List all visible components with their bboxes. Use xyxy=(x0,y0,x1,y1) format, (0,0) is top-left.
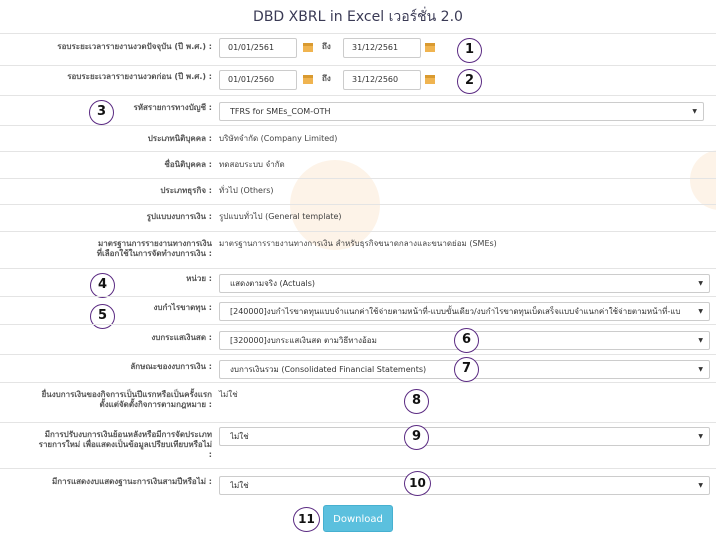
chevron-down-icon: ▼ xyxy=(698,482,703,489)
current-period-to-input[interactable]: 31/12/2561 xyxy=(343,38,421,58)
standard-row: มาตรฐานการรายงานทางการเงิน ที่เลือกใช้ในก… xyxy=(0,231,716,268)
account-code-select[interactable]: TFRS for SMEs_COM-OTH ▼ xyxy=(219,102,704,121)
restatement-label: มีการปรับงบการเงินย้อนหลังหรือมีการจัดปร… xyxy=(38,430,212,459)
calendar-icon[interactable] xyxy=(303,43,313,52)
fs-nature-row: ลักษณะของงบการเงิน : งบการเงินรวม (Conso… xyxy=(0,354,716,382)
business-type-label: ประเภทธุรกิจ : xyxy=(160,186,212,195)
calendar-icon[interactable] xyxy=(303,75,313,84)
first-time-value: ไม่ใช่ xyxy=(219,390,238,399)
unit-label: หน่วย : xyxy=(186,274,212,283)
callout-badge: 4 xyxy=(90,273,115,298)
chevron-down-icon: ▼ xyxy=(692,108,697,115)
previous-period-label: รอบระยะเวลารายงานงวดก่อน (ปี พ.ศ.) : xyxy=(67,72,212,81)
fs-format-value: รูปแบบทั่วไป (General template) xyxy=(219,212,342,221)
fs-nature-label: ลักษณะของงบการเงิน : xyxy=(130,362,212,371)
unit-select[interactable]: แสดงตามจริง (Actuals) ▼ xyxy=(219,274,710,293)
callout-badge: 2 xyxy=(457,69,482,94)
calendar-icon[interactable] xyxy=(425,43,435,52)
entity-type-value: บริษัทจำกัด (Company Limited) xyxy=(219,134,338,143)
entity-name-value: ทดสอบระบบ จำกัด xyxy=(219,160,285,169)
fs-format-label: รูปแบบงบการเงิน : xyxy=(146,212,212,221)
first-time-row: ยื่นงบการเงินของกิจการเป็นปีแรกหรือเป็นค… xyxy=(0,382,716,422)
income-statement-row: 5 งบกำไรขาดทุน : [240000]งบกำไรขาดทุนแบบ… xyxy=(0,296,716,329)
standard-value: มาตรฐานการรายงานทางการเงิน สำหรับธุรกิจข… xyxy=(219,239,497,248)
income-statement-select[interactable]: [240000]งบกำไรขาดทุนแบบจำแนกค่าใช้จ่ายตา… xyxy=(219,302,710,321)
account-code-row: 3 รหัสรายการทางบัญชี : TFRS for SMEs_COM… xyxy=(0,95,716,125)
chevron-down-icon: ▼ xyxy=(698,433,703,440)
restatement-row: มีการปรับงบการเงินย้อนหลังหรือมีการจัดปร… xyxy=(0,422,716,468)
page-title: DBD XBRL in Excel เวอร์ชั่น 2.0 xyxy=(253,9,463,25)
business-type-row: ประเภทธุรกิจ : ทั่วไป (Others) xyxy=(0,178,716,204)
business-type-value: ทั่วไป (Others) xyxy=(219,186,274,195)
to-label: ถึง xyxy=(322,74,331,83)
callout-badge: 3 xyxy=(89,100,114,125)
to-label: ถึง xyxy=(322,42,331,51)
previous-period-row: รอบระยะเวลารายงานงวดก่อน (ปี พ.ศ.) : 01/… xyxy=(0,65,716,95)
entity-type-label: ประเภทนิติบุคคล : xyxy=(147,134,212,143)
standard-label: มาตรฐานการรายงานทางการเงิน ที่เลือกใช้ในก… xyxy=(96,239,212,258)
calendar-icon[interactable] xyxy=(425,75,435,84)
callout-badge: 1 xyxy=(457,38,482,63)
entity-name-row: ชื่อนิติบุคคล : ทดสอบระบบ จำกัด xyxy=(0,151,716,178)
entity-type-row: ประเภทนิติบุคคล : บริษัทจำกัด (Company L… xyxy=(0,125,716,151)
income-statement-label: งบกำไรขาดทุน : xyxy=(153,303,212,312)
previous-period-from-input[interactable]: 01/01/2560 xyxy=(219,70,297,90)
three-statements-label: มีการแสดงงบแสดงฐานะการเงินสามปีหรือไม่ : xyxy=(52,477,212,486)
previous-period-to-input[interactable]: 31/12/2560 xyxy=(343,70,421,90)
callout-badge: 10 xyxy=(404,471,431,496)
current-period-label: รอบระยะเวลารายงานงวดปัจจุบัน (ปี พ.ศ.) : xyxy=(57,42,212,51)
three-statements-row: มีการแสดงงบแสดงฐานะการเงินสามปีหรือไม่ :… xyxy=(0,468,716,500)
callout-badge: 7 xyxy=(454,357,479,382)
cash-flow-row: งบกระแสเงินสด : [320000]งบกระแสเงินสด ตา… xyxy=(0,324,716,354)
chevron-down-icon: ▼ xyxy=(698,337,703,344)
callout-badge: 6 xyxy=(454,328,479,353)
cash-flow-label: งบกระแสเงินสด : xyxy=(151,333,212,342)
first-time-label: ยื่นงบการเงินของกิจการเป็นปีแรกหรือเป็นค… xyxy=(41,390,212,409)
three-statements-select[interactable]: ไม่ใช่ ▼ xyxy=(219,476,710,495)
unit-row: 4 หน่วย : แสดงตามจริง (Actuals) ▼ xyxy=(0,268,716,298)
download-button[interactable]: Download xyxy=(323,505,393,532)
callout-badge: 11 xyxy=(293,507,320,532)
callout-badge: 8 xyxy=(404,389,429,414)
restatement-select[interactable]: ไม่ใช่ ▼ xyxy=(219,427,710,446)
current-period-from-input[interactable]: 01/01/2561 xyxy=(219,38,297,58)
chevron-down-icon: ▼ xyxy=(698,366,703,373)
account-code-label: รหัสรายการทางบัญชี : xyxy=(133,103,212,112)
current-period-row: รอบระยะเวลารายงานงวดปัจจุบัน (ปี พ.ศ.) :… xyxy=(0,33,716,65)
chevron-down-icon: ▼ xyxy=(698,308,703,315)
fs-format-row: รูปแบบงบการเงิน : รูปแบบทั่วไป (General … xyxy=(0,204,716,231)
entity-name-label: ชื่อนิติบุคคล : xyxy=(164,160,212,169)
chevron-down-icon: ▼ xyxy=(698,280,703,287)
callout-badge: 9 xyxy=(404,425,429,450)
